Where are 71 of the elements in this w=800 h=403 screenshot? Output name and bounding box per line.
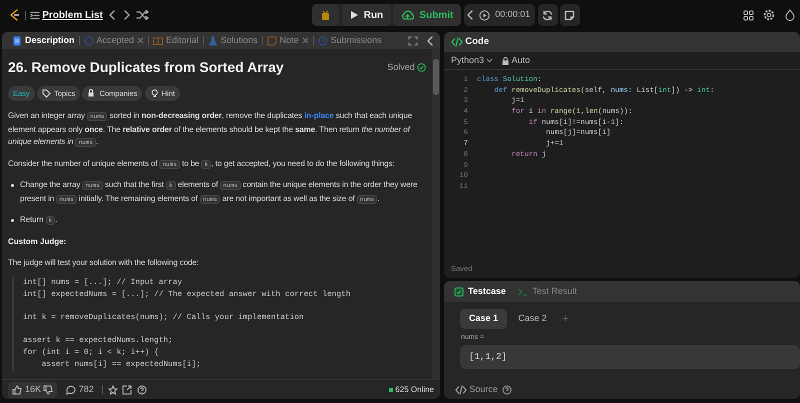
note-icon xyxy=(266,36,277,46)
link[interactable]: in-place xyxy=(304,111,334,120)
help-icon[interactable] xyxy=(136,384,147,394)
settings-icon[interactable] xyxy=(763,9,775,21)
bullet xyxy=(11,184,14,188)
problem-title: 26. Remove Duplicates from Sorted Array xyxy=(8,58,284,77)
case-tab[interactable]: Case 1 xyxy=(460,309,508,328)
thumbs-down-icon[interactable] xyxy=(43,384,54,394)
list-icon[interactable] xyxy=(30,10,40,20)
cloud-upload-icon xyxy=(401,10,414,20)
tab[interactable]: Note xyxy=(262,32,313,49)
online-count: 625 Online xyxy=(395,384,434,396)
help-icon[interactable] xyxy=(502,385,512,395)
mode-label: Auto xyxy=(512,54,530,67)
code-icon xyxy=(451,37,463,47)
paragraph: The judge will test your solution with the following code: xyxy=(8,256,200,269)
code-icon xyxy=(455,385,467,395)
star-icon[interactable] xyxy=(108,384,118,394)
solved-status: Solved xyxy=(387,60,415,74)
problem-list-link[interactable]: Problem List xyxy=(42,8,103,22)
circle-icon xyxy=(84,36,94,46)
document-icon xyxy=(12,36,22,46)
scrollbar[interactable] xyxy=(432,49,440,379)
close-icon[interactable] xyxy=(137,37,144,44)
tab[interactable]: Test Result xyxy=(514,284,581,298)
share-icon[interactable] xyxy=(122,384,132,394)
play-icon xyxy=(350,10,359,20)
shuffle-icon[interactable] xyxy=(136,10,150,20)
chevron-left-icon[interactable] xyxy=(107,9,118,21)
tab[interactable]: Submissions xyxy=(314,32,386,49)
language-dropdown[interactable]: Python3 xyxy=(451,54,494,68)
lock-icon xyxy=(87,89,96,98)
comment-icon xyxy=(66,384,76,394)
tab[interactable]: Editorial xyxy=(149,32,203,49)
tab[interactable]: Testcase xyxy=(450,284,510,298)
play-circle-icon xyxy=(479,10,490,20)
case-tab[interactable]: Case 2 xyxy=(509,309,556,328)
close-icon[interactable] xyxy=(302,37,309,44)
clock-icon xyxy=(318,36,328,46)
check-circle-icon xyxy=(417,63,426,72)
tab[interactable]: Solutions xyxy=(204,32,262,49)
submit-button[interactable]: Submit xyxy=(393,4,462,26)
run-button[interactable]: Run xyxy=(342,4,392,26)
source-button[interactable]: Source xyxy=(455,383,498,397)
caret-icon xyxy=(486,58,494,63)
checkbox-icon xyxy=(454,286,464,296)
online-indicator xyxy=(389,388,394,392)
lock-icon xyxy=(502,56,510,64)
bullet xyxy=(11,219,14,222)
flask-icon xyxy=(208,36,218,46)
tab[interactable]: Description xyxy=(8,32,79,49)
thumbs-up-icon xyxy=(12,384,22,394)
comments-button[interactable]: 782 xyxy=(62,382,98,398)
logo-icon[interactable] xyxy=(8,8,20,22)
fullscreen-icon[interactable] xyxy=(408,36,418,46)
collapse-icon[interactable] xyxy=(426,36,434,46)
panel-title: Code xyxy=(465,34,489,49)
chevron-left-icon[interactable] xyxy=(466,10,474,20)
chevron-right-icon[interactable] xyxy=(122,9,132,21)
tag-icon xyxy=(42,89,51,98)
book-icon xyxy=(153,36,164,46)
note-icon[interactable] xyxy=(564,10,576,20)
section-heading: Custom Judge: xyxy=(8,236,68,248)
layout-icon[interactable] xyxy=(743,10,754,20)
debug-button[interactable] xyxy=(312,4,340,26)
input-field[interactable]: [1,1,2] xyxy=(460,345,800,370)
bug-icon xyxy=(320,10,332,20)
terminal-icon xyxy=(518,286,528,296)
lightbulb-icon xyxy=(150,89,159,98)
reset-icon[interactable] xyxy=(542,10,554,20)
tab[interactable]: Accepted xyxy=(80,32,148,49)
